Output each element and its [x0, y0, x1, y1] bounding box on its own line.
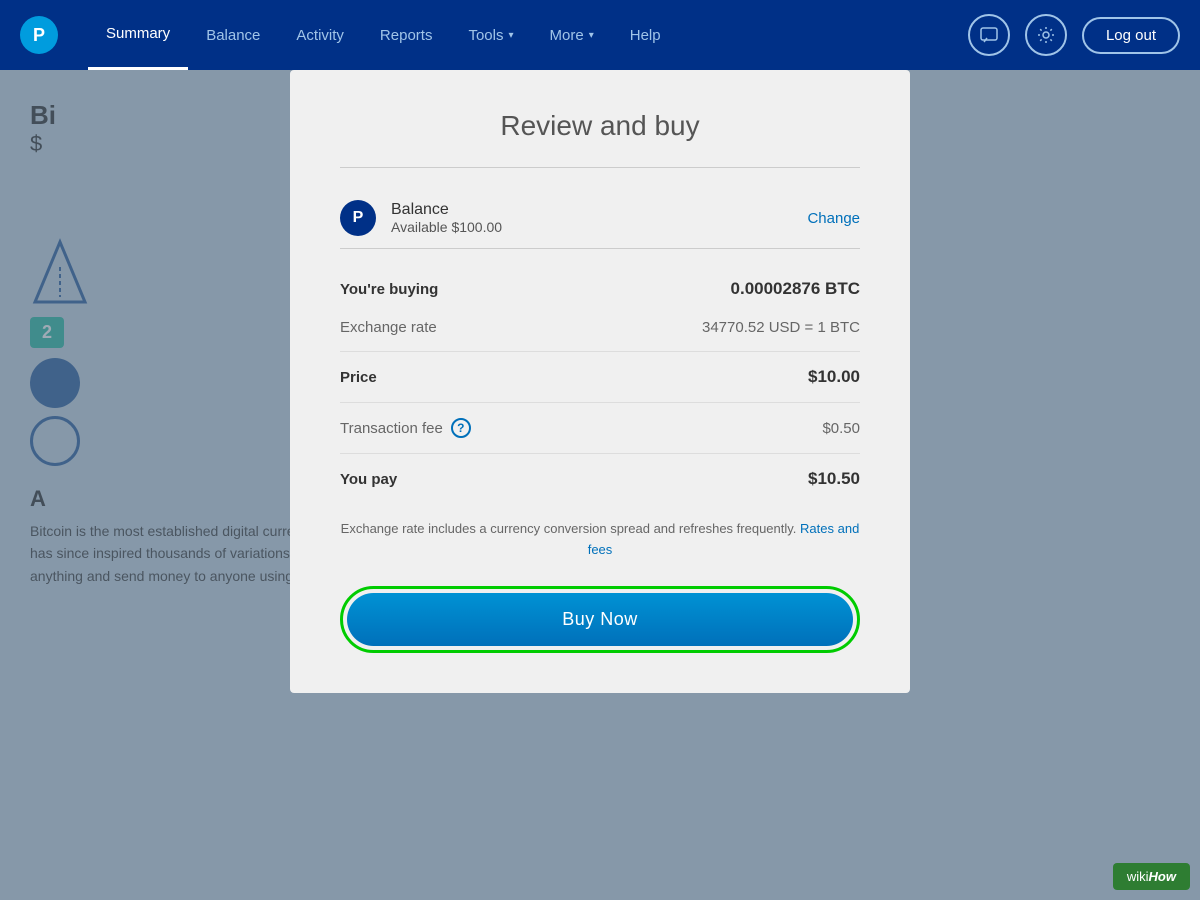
- change-link[interactable]: Change: [807, 210, 860, 227]
- payment-name: Balance: [391, 201, 807, 219]
- divider-mid2: [340, 402, 860, 403]
- you-pay-value: $10.50: [808, 469, 860, 489]
- transaction-fee-row: Transaction fee ? $0.50: [340, 408, 860, 448]
- nav-more[interactable]: More ▾: [532, 0, 612, 70]
- you-pay-row: You pay $10.50: [340, 459, 860, 499]
- exchange-rate-value: 34770.52 USD = 1 BTC: [702, 319, 860, 336]
- paypal-logo: P: [20, 16, 58, 54]
- nav-reports[interactable]: Reports: [362, 0, 451, 70]
- exchange-rate-label: Exchange rate: [340, 319, 437, 336]
- you-pay-label: You pay: [340, 471, 397, 488]
- price-value: $10.00: [808, 367, 860, 387]
- buying-row: You're buying 0.00002876 BTC: [340, 269, 860, 309]
- nav-tools[interactable]: Tools ▾: [450, 0, 531, 70]
- exchange-rate-row: Exchange rate 34770.52 USD = 1 BTC: [340, 309, 860, 346]
- modal-divider-top: [340, 167, 860, 168]
- nav-links: Summary Balance Activity Reports Tools ▾…: [88, 0, 968, 70]
- transaction-fee-label: Transaction fee: [340, 420, 443, 437]
- nav-balance[interactable]: Balance: [188, 0, 278, 70]
- nav-help[interactable]: Help: [612, 0, 679, 70]
- nav-activity[interactable]: Activity: [278, 0, 362, 70]
- transaction-fee-help-icon[interactable]: ?: [451, 418, 471, 438]
- gear-icon: [1036, 25, 1056, 45]
- messages-icon-button[interactable]: [968, 14, 1010, 56]
- divider-mid3: [340, 453, 860, 454]
- nav-summary[interactable]: Summary: [88, 0, 188, 70]
- note-text: Exchange rate includes a currency conver…: [340, 519, 860, 561]
- navbar: P Summary Balance Activity Reports Tools…: [0, 0, 1200, 70]
- divider-mid1: [340, 351, 860, 352]
- buy-now-button[interactable]: Buy Now: [347, 593, 853, 646]
- price-row: Price $10.00: [340, 357, 860, 397]
- logo-letter: P: [33, 25, 45, 46]
- review-buy-modal: Review and buy P Balance Available $100.…: [290, 70, 910, 693]
- settings-icon-button[interactable]: [1025, 14, 1067, 56]
- more-chevron-icon: ▾: [589, 30, 594, 41]
- modal-overlay: Review and buy P Balance Available $100.…: [0, 70, 1200, 900]
- messages-icon: [979, 25, 999, 45]
- buying-value: 0.00002876 BTC: [731, 279, 860, 299]
- tools-chevron-icon: ▾: [508, 30, 513, 41]
- modal-title: Review and buy: [340, 110, 860, 142]
- price-label: Price: [340, 369, 377, 386]
- payment-info: Balance Available $100.00: [391, 201, 807, 235]
- transaction-fee-value: $0.50: [822, 420, 860, 437]
- buy-now-wrapper: Buy Now: [340, 586, 860, 653]
- payment-available: Available $100.00: [391, 219, 807, 235]
- buying-label: You're buying: [340, 281, 438, 298]
- wikihow-badge: wikiHow: [1113, 863, 1190, 890]
- paypal-small-logo: P: [340, 200, 376, 236]
- logout-button[interactable]: Log out: [1082, 17, 1180, 54]
- payment-method-row: P Balance Available $100.00 Change: [340, 188, 860, 249]
- fee-label-group: Transaction fee ?: [340, 418, 471, 438]
- navbar-right: Log out: [968, 14, 1180, 56]
